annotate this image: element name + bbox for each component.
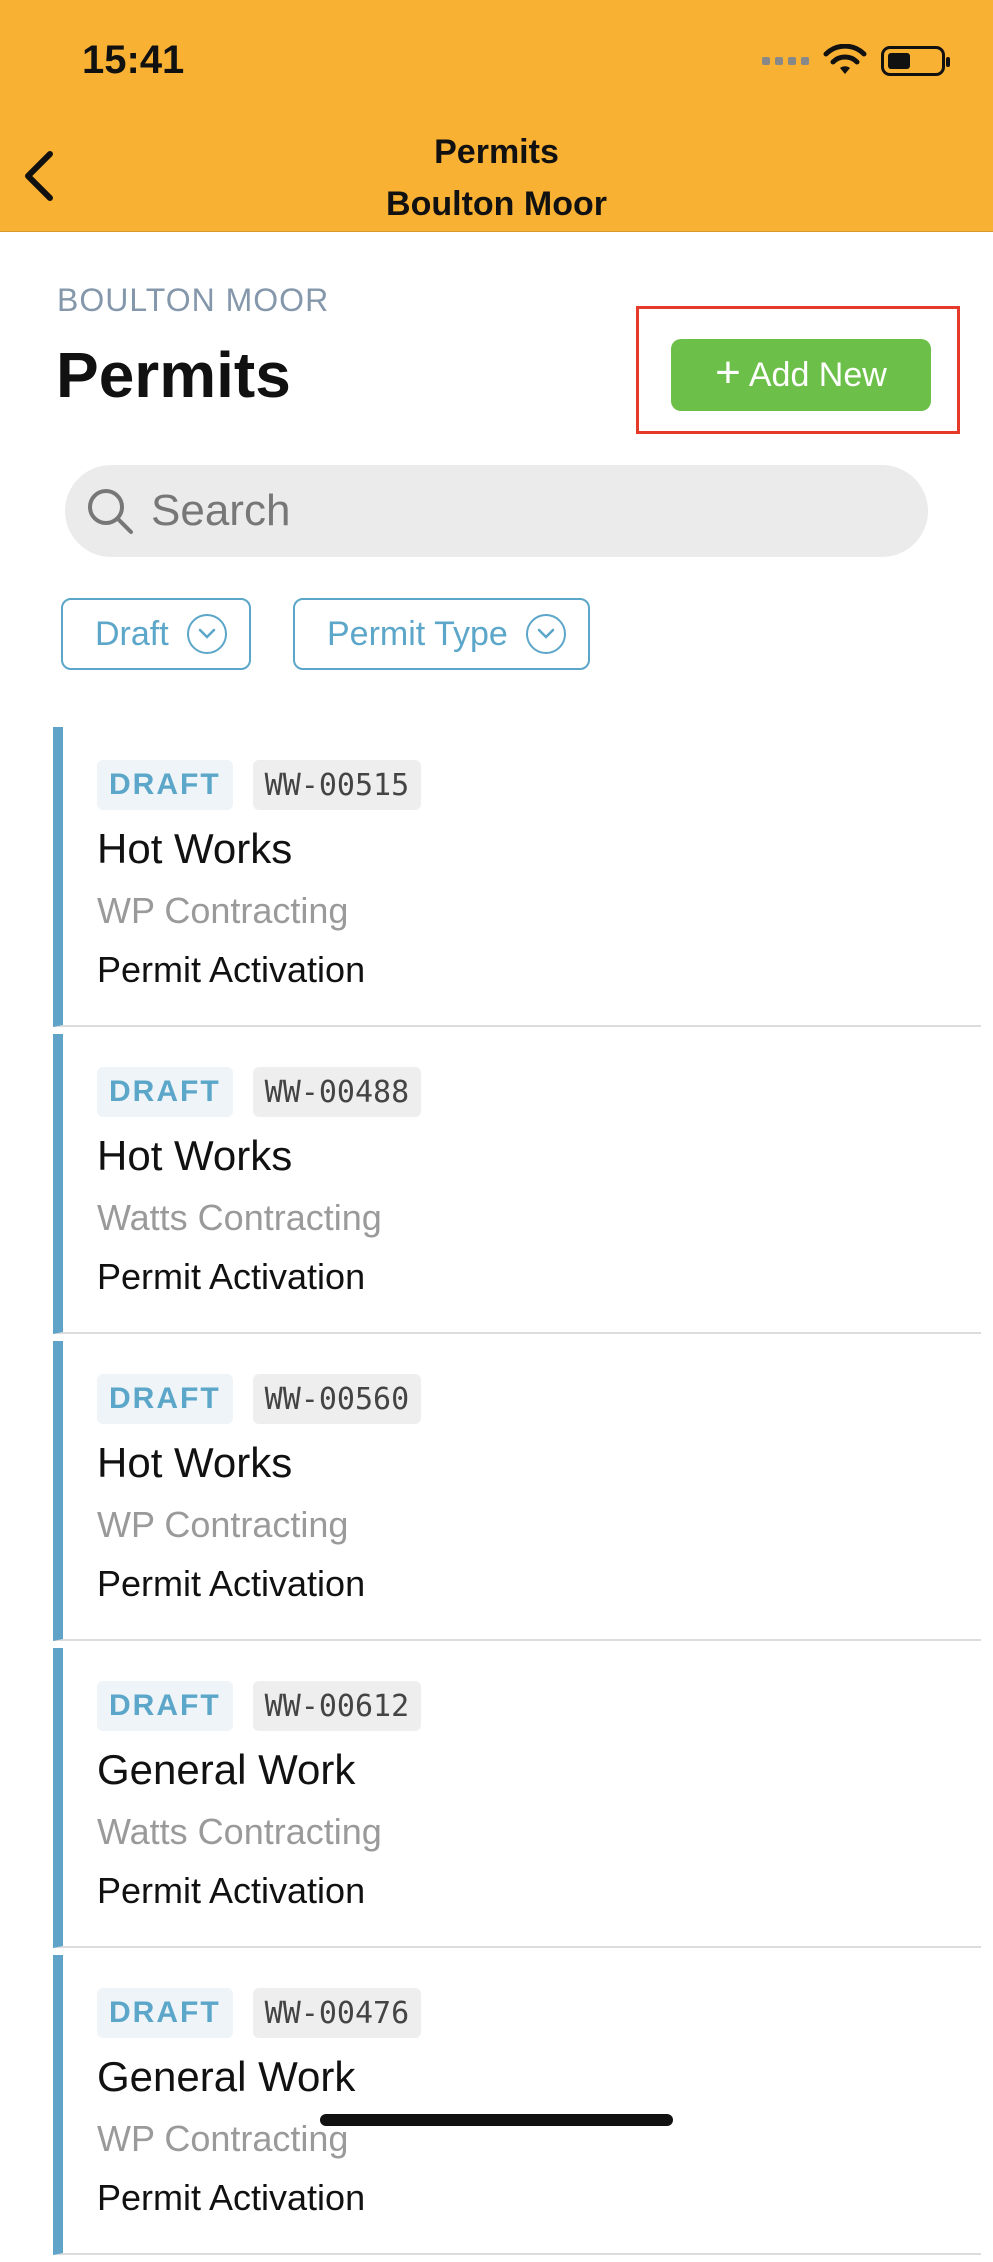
- permit-badges: DRAFT WW-00560: [97, 1374, 422, 1424]
- permit-company: WP Contracting: [97, 2118, 349, 2159]
- wifi-icon: [823, 44, 867, 74]
- signal-icon: [762, 57, 809, 65]
- permit-title: General Work: [97, 2053, 356, 2100]
- filter-chip-label: Permit Type: [327, 614, 508, 653]
- permit-company: WP Contracting: [97, 1504, 349, 1545]
- permit-card[interactable]: DRAFT WW-00488 Hot Works Watts Contracti…: [53, 1034, 981, 1334]
- permit-company: Watts Contracting: [97, 1811, 382, 1852]
- permit-badges: DRAFT WW-00488: [97, 1067, 422, 1117]
- nav-title-text: Permits: [434, 133, 559, 171]
- permit-activity: Permit Activation: [97, 2177, 366, 2218]
- permit-id-badge: WW-00488: [252, 1067, 422, 1117]
- chevron-down-icon: [186, 614, 227, 654]
- search-input[interactable]: [149, 485, 913, 537]
- permit-activity: Permit Activation: [97, 1256, 366, 1297]
- status-time: 15:41: [82, 38, 185, 82]
- search-icon: [88, 489, 133, 534]
- chevron-down-icon: [525, 614, 566, 654]
- permit-id-badge: WW-00476: [252, 1988, 422, 2038]
- permit-card[interactable]: DRAFT WW-00476 General Work WP Contracti…: [53, 1955, 981, 2255]
- top-bar: 15:41 Permits Boulton Moor: [0, 0, 993, 232]
- add-new-label: Add New: [748, 355, 887, 394]
- filter-chip-permit-type[interactable]: Permit Type: [293, 598, 590, 670]
- filter-chip-label: Draft: [95, 614, 169, 653]
- permit-title: Hot Works: [97, 1132, 293, 1179]
- permit-badges: DRAFT WW-00476: [97, 1988, 422, 2038]
- permit-id-badge: WW-00560: [252, 1374, 422, 1424]
- permit-list: DRAFT WW-00515 Hot Works WP Contracting …: [53, 727, 981, 2262]
- permit-id-badge: WW-00515: [252, 760, 422, 810]
- status-icons: [762, 44, 950, 78]
- status-badge: DRAFT: [97, 1374, 233, 1424]
- permit-badges: DRAFT WW-00515: [97, 760, 422, 810]
- permit-company: WP Contracting: [97, 890, 349, 931]
- status-badge: DRAFT: [97, 760, 233, 810]
- status-badge: DRAFT: [97, 1067, 233, 1117]
- permit-card[interactable]: DRAFT WW-00560 Hot Works WP Contracting …: [53, 1341, 981, 1641]
- site-eyebrow: BOULTON MOOR: [57, 282, 330, 318]
- filter-chip-status[interactable]: Draft: [61, 598, 251, 670]
- search-bar[interactable]: [65, 465, 928, 557]
- add-new-button[interactable]: + Add New: [671, 339, 931, 411]
- plus-icon: +: [715, 348, 741, 397]
- home-indicator[interactable]: [320, 2114, 673, 2126]
- permit-card[interactable]: DRAFT WW-00515 Hot Works WP Contracting …: [53, 727, 981, 1027]
- page-title: Permits: [56, 339, 291, 411]
- permit-badges: DRAFT WW-00612: [97, 1681, 422, 1731]
- permit-id-badge: WW-00612: [252, 1681, 422, 1731]
- nav-subtitle-text: Boulton Moor: [386, 185, 607, 223]
- permit-title: Hot Works: [97, 825, 293, 872]
- permit-card[interactable]: DRAFT WW-00612 General Work Watts Contra…: [53, 1648, 981, 1948]
- permit-activity: Permit Activation: [97, 949, 366, 990]
- permit-title: General Work: [97, 1746, 356, 1793]
- permit-activity: Permit Activation: [97, 1563, 366, 1604]
- permit-company: Watts Contracting: [97, 1197, 382, 1238]
- nav-title: Permits Boulton Moor: [0, 126, 993, 230]
- permit-title: Hot Works: [97, 1439, 293, 1486]
- permit-activity: Permit Activation: [97, 1870, 366, 1911]
- status-badge: DRAFT: [97, 1988, 233, 2038]
- status-badge: DRAFT: [97, 1681, 233, 1731]
- battery-icon: [881, 46, 950, 76]
